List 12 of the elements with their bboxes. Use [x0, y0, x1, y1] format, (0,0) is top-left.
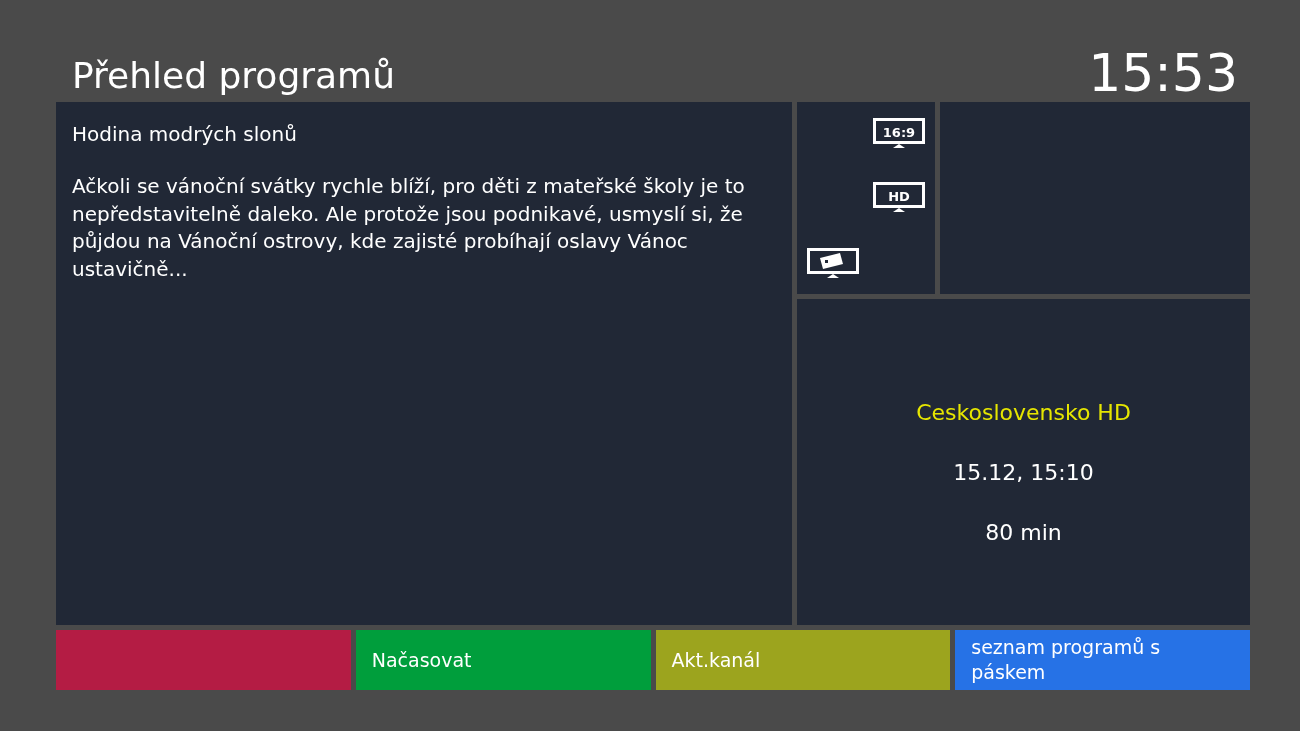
- color-key-button[interactable]: [56, 630, 351, 690]
- program-datetime: 15.12, 15:10: [953, 459, 1094, 485]
- program-title: Hodina modrých slonů: [72, 122, 298, 146]
- channel-name: Ceskoslovensko HD: [916, 399, 1131, 425]
- program-description: Ačkoli se vánoční svátky rychle blíží, pro děti z mateřské školy je to nepředstavitelně daleko. Ale protože jsou podnikavé, usmyslí si, že půjdou na Vánoční ostrovy, kde zajisté probíhají oslavy Vánoc ustavičně...: [72, 173, 746, 283]
- screen-title: Přehled programů: [71, 55, 395, 98]
- color-key-button[interactable]: Akt.kanál: [655, 630, 951, 690]
- clock: 15:53: [1088, 44, 1239, 102]
- program-duration: 80 min: [985, 519, 1062, 545]
- color-key-button[interactable]: seznam programů s páskem: [955, 630, 1250, 690]
- color-key-button[interactable]: Načasovat: [355, 630, 651, 690]
- screen-card-icon: [807, 248, 859, 280]
